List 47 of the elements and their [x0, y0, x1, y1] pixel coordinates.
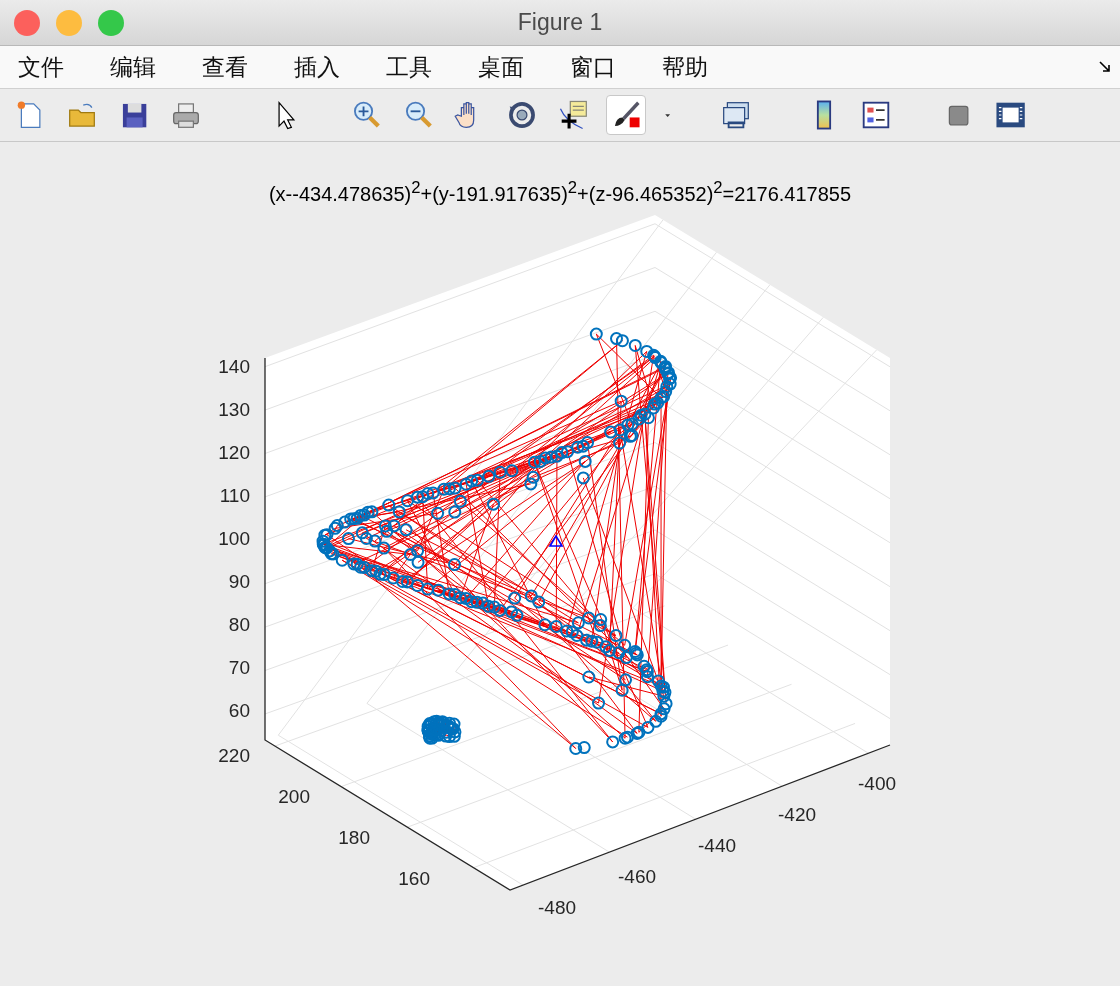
- window-panels-icon: [996, 102, 1025, 128]
- x-axis-tick-label: -460: [618, 866, 657, 887]
- z-axis-tick-label: 60: [228, 700, 250, 721]
- plot-title: (x--434.478635)$^{2}$+(y-191.917635)$^{2}$+(z-96.465352)$^{2}$=2176.417855: [268, 178, 852, 206]
- brush-icon: [614, 101, 640, 128]
- zoom-out-icon: [406, 101, 432, 128]
- x-axis-tick-label: -420: [778, 804, 817, 825]
- menu-item[interactable]: 编辑: [100, 51, 174, 83]
- printer-icon: [173, 103, 199, 128]
- x-axis-tick-label: -400: [858, 773, 897, 794]
- rotate-icon: [509, 102, 535, 128]
- z-axis-tick-label: 130: [218, 399, 250, 420]
- dock-arrow-icon[interactable]: [1098, 60, 1112, 74]
- brush-tool-button[interactable]: [606, 95, 646, 135]
- z-axis-tick-label: 80: [228, 614, 250, 635]
- x-axis-tick-label: -480: [538, 897, 577, 918]
- window-title: Figure 1: [517, 9, 603, 36]
- new-file-icon: [17, 101, 41, 128]
- z-axis-tick-label: 70: [228, 657, 250, 678]
- menu-item[interactable]: 桌面: [468, 51, 542, 83]
- menu-item[interactable]: 文件: [8, 51, 82, 83]
- hand-icon: [454, 102, 475, 128]
- z-axis-tick-label: 120: [218, 442, 250, 463]
- legend-icon: [862, 101, 890, 129]
- folder-icon: [69, 103, 95, 127]
- menu-item[interactable]: 插入: [284, 51, 358, 83]
- z-axis-tick-label: 110: [219, 485, 250, 506]
- y-axis-tick-label: 220: [218, 745, 250, 766]
- y-axis-tick-label: 200: [278, 786, 310, 807]
- menu-item[interactable]: 帮助: [652, 51, 726, 83]
- z-axis-tick-label: 140: [218, 356, 250, 377]
- x-axis-tick-label: -440: [698, 835, 737, 856]
- zoom-in-icon: [354, 101, 380, 128]
- menu-item[interactable]: 窗口: [560, 51, 634, 83]
- center-marker-icon: [548, 534, 564, 547]
- menu-item[interactable]: 查看: [192, 51, 266, 83]
- menu-item[interactable]: 工具: [376, 51, 450, 83]
- square-icon: [948, 105, 969, 126]
- linked-windows-icon: [723, 102, 749, 129]
- y-axis-tick-label: 180: [338, 827, 370, 848]
- z-axis-tick-label: 90: [228, 571, 250, 592]
- caret-icon: [665, 114, 671, 118]
- z-axis-tick-label: 100: [218, 528, 250, 549]
- colorbar-icon: [816, 100, 832, 130]
- y-axis-tick-label: 160: [398, 868, 430, 889]
- data-cursor-icon: [559, 100, 587, 131]
- arrow-cursor-icon: [278, 101, 296, 130]
